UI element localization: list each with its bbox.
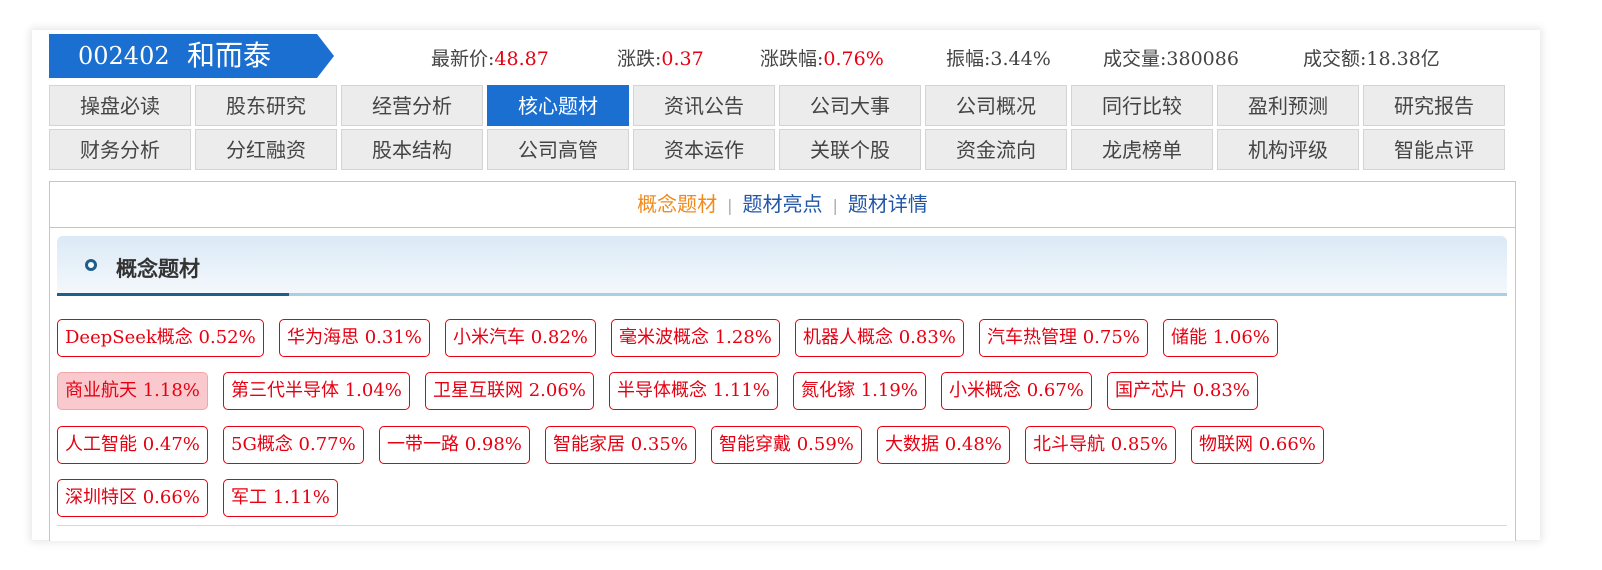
quote-value: 3.44% [990,48,1051,70]
subnav-highlights[interactable]: 题材亮点 [743,192,823,216]
concept-tag[interactable]: 军工 1.11% [223,479,338,517]
concept-tag[interactable]: 第三代半导体 1.04% [223,372,410,410]
quote-label: 涨跌幅: [760,48,824,70]
tab-item[interactable]: 股东研究 [195,85,337,126]
concept-tag[interactable]: 商业航天 1.18% [57,372,208,410]
concept-tag[interactable]: 智能穿戴 0.59% [711,426,862,464]
quote-turnover: 成交额:18.38亿 [1303,44,1440,71]
tab-item[interactable]: 操盘必读 [49,85,191,126]
concept-tag[interactable]: DeepSeek概念 0.52% [57,319,264,357]
concept-tag[interactable]: 一带一路 0.98% [379,426,530,464]
tab-item[interactable]: 公司大事 [779,85,921,126]
tab-item[interactable]: 智能点评 [1363,129,1505,170]
sub-navigation: 概念题材 | 题材亮点 | 题材详情 [49,181,1516,228]
concept-tag[interactable]: 国产芯片 0.83% [1107,372,1258,410]
tab-item[interactable]: 盈利预测 [1217,85,1359,126]
concept-tag[interactable]: 汽车热管理 0.75% [979,319,1148,357]
concept-tag[interactable]: 人工智能 0.47% [57,426,208,464]
tab-item[interactable]: 同行比较 [1071,85,1213,126]
quote-change: 涨跌:0.37 [617,44,704,71]
tab-item[interactable]: 机构评级 [1217,129,1359,170]
concept-tag[interactable]: 储能 1.06% [1163,319,1278,357]
concept-tag[interactable]: 机器人概念 0.83% [795,319,964,357]
quote-label: 成交量: [1103,48,1167,70]
tab-item[interactable]: 股本结构 [341,129,483,170]
section-title: 概念题材 [116,257,200,281]
subnav-separator: | [832,196,838,215]
concept-tag[interactable]: 小米概念 0.67% [941,372,1092,410]
subnav-concepts[interactable]: 概念题材 [637,192,717,216]
tab-item[interactable]: 公司高管 [487,129,629,170]
concept-tag[interactable]: 华为海思 0.31% [279,319,430,357]
quote-label: 涨跌: [617,48,662,70]
tab-item[interactable]: 资讯公告 [633,85,775,126]
tab-item[interactable]: 龙虎榜单 [1071,129,1213,170]
tab-item[interactable]: 财务分析 [49,129,191,170]
quote-label: 成交额: [1303,48,1367,70]
section-underline [57,293,1507,296]
section-header [57,236,1507,294]
divider [57,525,1507,526]
quote-value: 0.76% [823,48,884,70]
concept-tag[interactable]: 氮化镓 1.19% [793,372,926,410]
concept-tag[interactable]: 小米汽车 0.82% [445,319,596,357]
quote-label: 振幅: [946,48,991,70]
quote-value: 0.37 [661,48,704,70]
quote-label: 最新价: [431,48,495,70]
quote-change-pct: 涨跌幅:0.76% [760,44,884,71]
stock-header-tag: 002402 和而泰 [49,34,334,78]
subnav-details[interactable]: 题材详情 [848,192,928,216]
concept-tag[interactable]: 半导体概念 1.11% [609,372,778,410]
concept-tag[interactable]: 深圳特区 0.66% [57,479,208,517]
circle-bullet-icon [85,259,97,271]
quote-last-price: 最新价:48.87 [431,44,549,71]
tab-item[interactable]: 关联个股 [779,129,921,170]
concept-tag[interactable]: 大数据 0.48% [877,426,1010,464]
concept-tag[interactable]: 5G概念 0.77% [223,426,364,464]
quote-volume: 成交量:380086 [1103,44,1239,71]
concept-tag[interactable]: 物联网 0.66% [1191,426,1324,464]
tab-item[interactable]: 核心题材 [487,85,629,126]
tab-item[interactable]: 资本运作 [633,129,775,170]
stock-code: 002402 [78,42,170,70]
quote-value: 380086 [1166,48,1239,70]
tab-item[interactable]: 分红融资 [195,129,337,170]
concept-tag[interactable]: 北斗导航 0.85% [1025,426,1176,464]
concept-tag[interactable]: 毫米波概念 1.28% [611,319,780,357]
concept-tag[interactable]: 智能家居 0.35% [545,426,696,464]
tab-item[interactable]: 资金流向 [925,129,1067,170]
tab-item[interactable]: 经营分析 [341,85,483,126]
subnav-separator: | [727,196,733,215]
tab-item[interactable]: 公司概况 [925,85,1067,126]
quote-value: 48.87 [494,48,549,70]
quote-value: 18.38亿 [1366,48,1440,70]
stock-name: 和而泰 [187,39,272,72]
concept-tag[interactable]: 卫星互联网 2.06% [425,372,594,410]
quote-amplitude: 振幅:3.44% [946,44,1051,71]
tab-item[interactable]: 研究报告 [1363,85,1505,126]
